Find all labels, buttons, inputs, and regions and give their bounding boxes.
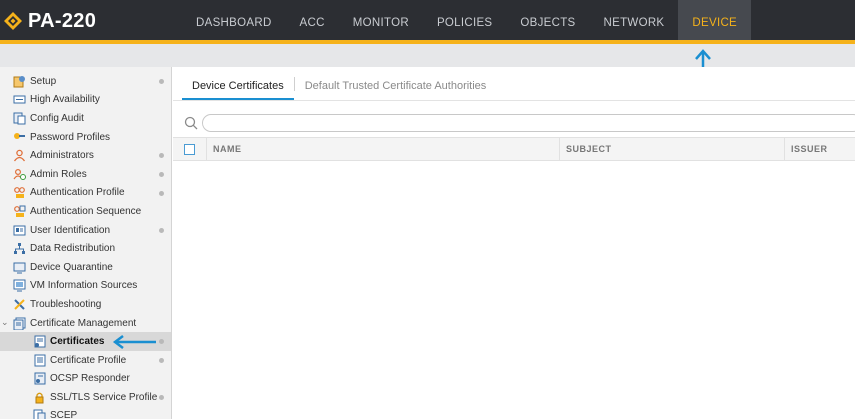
sidebar-item-label: Authentication Profile	[30, 187, 125, 199]
sidebar-item-label: User Identification	[30, 224, 111, 236]
sidebar-item-label: Administrators	[30, 150, 94, 162]
tab-monitor[interactable]: MONITOR	[339, 0, 423, 40]
status-dot	[159, 153, 164, 159]
sidebar-item-device-quarantine[interactable]: Device Quarantine	[0, 258, 171, 277]
status-dot	[159, 227, 164, 233]
tab-dashboard[interactable]: DASHBOARD	[182, 0, 286, 40]
authentication-sequence-icon	[12, 205, 26, 218]
search-input[interactable]	[202, 114, 855, 132]
scep-icon	[32, 409, 46, 419]
sidebar-item-ocsp-responder[interactable]: OCSP Responder	[0, 370, 171, 389]
tab-default-trusted-certificate-authorities[interactable]: Default Trusted Certificate Authorities	[295, 66, 497, 100]
high-availability-icon	[12, 93, 26, 106]
sidebar-item-scep[interactable]: SCEP	[0, 407, 171, 419]
column-header-issuer[interactable]: ISSUER	[785, 137, 855, 161]
tab-device[interactable]: DEVICE	[678, 0, 752, 40]
sidebar-item-label: Device Quarantine	[30, 261, 113, 273]
sidebar-item-label: Admin Roles	[30, 168, 87, 180]
sidebar-item-label: Authentication Sequence	[30, 205, 142, 217]
sidebar-item-admin-roles[interactable]: Admin Roles	[0, 165, 171, 184]
sidebar-item-authentication-sequence[interactable]: Authentication Sequence	[0, 202, 171, 221]
sidebar-item-label: SSL/TLS Service Profile	[50, 391, 158, 403]
content-tabs: Device Certificates Default Trusted Cert…	[173, 67, 855, 101]
sidebar-item-password-profiles[interactable]: Password Profiles	[0, 128, 171, 147]
ssl-tls-service-profile-icon	[32, 391, 46, 404]
main-nav: DASHBOARD ACC MONITOR POLICIES OBJECTS N…	[182, 0, 752, 40]
select-all-cell	[173, 137, 207, 161]
password-profiles-icon	[12, 131, 26, 144]
tab-policies[interactable]: POLICIES	[423, 0, 506, 40]
administrators-icon	[12, 149, 26, 162]
top-navigation-bar: PA-220 DASHBOARD ACC MONITOR POLICIES OB…	[0, 0, 855, 40]
sidebar-item-label: Certificate Profile	[50, 354, 127, 366]
authentication-profile-icon	[12, 186, 26, 199]
toolbar-strip	[0, 44, 855, 67]
column-header-name[interactable]: NAME	[207, 137, 560, 161]
status-dot	[159, 171, 164, 177]
device-quarantine-icon	[12, 261, 26, 274]
status-dot	[159, 190, 164, 196]
data-redistribution-icon	[12, 242, 26, 255]
tab-network[interactable]: NETWORK	[590, 0, 679, 40]
vm-information-sources-icon	[12, 279, 26, 292]
sidebar-item-certificate-management[interactable]: ⌄ Certificate Management	[0, 314, 171, 333]
chevron-down-icon[interactable]: ⌄	[1, 317, 9, 328]
sidebar-item-setup[interactable]: Setup	[0, 72, 171, 91]
sidebar-item-config-audit[interactable]: Config Audit	[0, 109, 171, 128]
sidebar-item-label: SCEP	[50, 410, 78, 419]
sidebar-item-label: Certificates	[50, 336, 105, 348]
sidebar-item-vm-information-sources[interactable]: VM Information Sources	[0, 277, 171, 296]
sidebar-item-user-identification[interactable]: User Identification	[0, 221, 171, 240]
sidebar-item-label: Troubleshooting	[30, 298, 102, 310]
user-identification-icon	[12, 224, 26, 237]
config-audit-icon	[12, 112, 26, 125]
certificate-management-icon	[12, 317, 26, 330]
tab-objects[interactable]: OBJECTS	[506, 0, 589, 40]
ocsp-responder-icon	[32, 372, 46, 385]
certificates-icon	[32, 335, 46, 348]
sidebar-item-label: Password Profiles	[30, 131, 111, 143]
certificate-profile-icon	[32, 354, 46, 367]
main-content: Device Certificates Default Trusted Cert…	[173, 67, 855, 419]
table-header: NAME SUBJECT ISSUER	[173, 137, 855, 161]
status-dot	[159, 357, 164, 363]
logo-icon	[4, 12, 22, 30]
sidebar-item-ssl-tls-service-profile[interactable]: SSL/TLS Service Profile	[0, 388, 171, 407]
search-icon	[184, 116, 198, 135]
search-bar	[173, 111, 855, 135]
column-header-subject[interactable]: SUBJECT	[560, 137, 785, 161]
sidebar-item-administrators[interactable]: Administrators	[0, 146, 171, 165]
sidebar-item-troubleshooting[interactable]: Troubleshooting	[0, 295, 171, 314]
tab-acc[interactable]: ACC	[286, 0, 339, 40]
status-dot	[159, 395, 164, 401]
sidebar-item-label: VM Information Sources	[30, 280, 138, 292]
sidebar-item-label: OCSP Responder	[50, 373, 130, 385]
sidebar-item-data-redistribution[interactable]: Data Redistribution	[0, 239, 171, 258]
sidebar-item-label: Certificate Management	[30, 317, 137, 329]
troubleshooting-icon	[12, 298, 26, 311]
logo-text: PA-220	[28, 9, 97, 32]
setup-icon	[12, 75, 26, 88]
status-dot	[159, 339, 164, 345]
logo: PA-220	[4, 8, 96, 34]
sidebar-item-label: Setup	[30, 75, 57, 87]
arrow-left-icon	[112, 334, 158, 355]
sidebar-item-label: Config Audit	[30, 112, 84, 124]
sidebar-item-high-availability[interactable]: High Availability	[0, 91, 171, 110]
sidebar-item-label: High Availability	[30, 94, 100, 106]
sidebar-item-label: Data Redistribution	[30, 243, 116, 255]
admin-roles-icon	[12, 168, 26, 181]
sidebar: Setup High Availability Config Audit Pas…	[0, 67, 172, 419]
tab-device-certificates[interactable]: Device Certificates	[182, 66, 294, 100]
sidebar-item-authentication-profile[interactable]: Authentication Profile	[0, 184, 171, 203]
status-dot	[159, 79, 164, 84]
select-all-checkbox[interactable]	[184, 143, 195, 155]
